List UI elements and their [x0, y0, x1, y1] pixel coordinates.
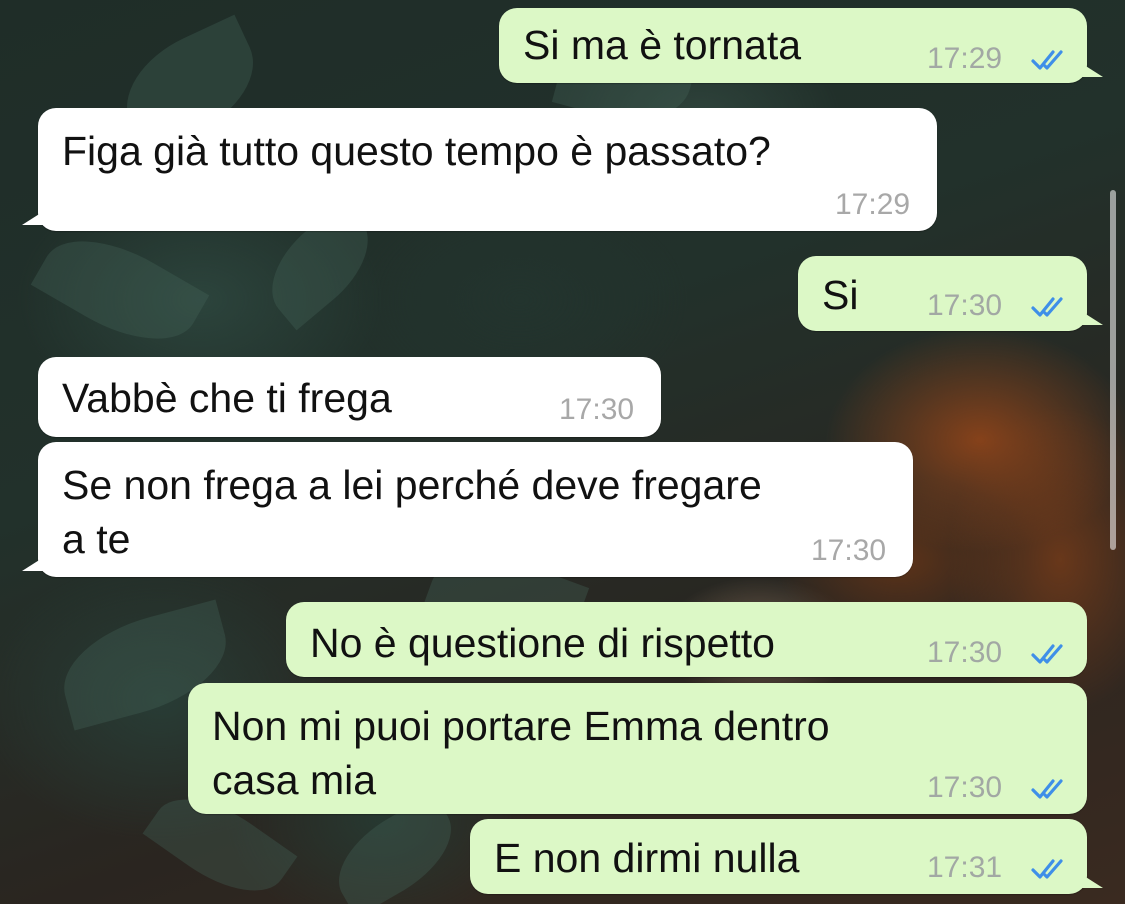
bubble-tail	[22, 211, 44, 225]
bubble-tail	[1081, 874, 1103, 888]
double-check-read-icon	[1031, 50, 1063, 70]
message-text: Si ma è tornata	[523, 22, 802, 68]
message-text-line: casa mia	[212, 757, 377, 803]
chat-thread[interactable]: Si ma è tornata 17:29 Figa già tutto que…	[0, 0, 1125, 904]
message-text: Vabbè che ti frega	[62, 375, 392, 421]
message-text-line: Non mi puoi portare Emma dentro	[212, 703, 830, 749]
message-time: 17:31	[927, 851, 1003, 884]
message-text-line: Se non frega a lei perché deve fregare	[62, 462, 762, 508]
message-outgoing[interactable]: Si 17:30	[798, 256, 1103, 331]
message-text: Si	[822, 272, 859, 318]
bubble-tail	[1081, 63, 1103, 77]
message-time: 17:30	[927, 289, 1003, 322]
message-time: 17:29	[927, 42, 1003, 75]
bubble-tail	[1081, 311, 1103, 325]
double-check-read-icon	[1031, 859, 1063, 879]
message-text-line: a te	[62, 516, 131, 562]
message-outgoing[interactable]: No è questione di rispetto 17:30	[286, 602, 1087, 677]
message-outgoing[interactable]: E non dirmi nulla 17:31	[470, 819, 1103, 894]
message-time: 17:30	[559, 393, 635, 426]
message-outgoing[interactable]: Non mi puoi portare Emma dentro casa mia…	[188, 683, 1087, 814]
message-outgoing[interactable]: Si ma è tornata 17:29	[499, 8, 1103, 83]
double-check-read-icon	[1031, 779, 1063, 799]
message-time: 17:30	[927, 636, 1003, 669]
message-time: 17:29	[835, 188, 911, 221]
message-incoming[interactable]: Vabbè che ti frega 17:30	[38, 357, 661, 437]
message-incoming[interactable]: Se non frega a lei perché deve fregare a…	[22, 442, 913, 577]
scrollbar[interactable]	[1110, 190, 1116, 550]
message-incoming[interactable]: Figa già tutto questo tempo è passato? 1…	[22, 108, 937, 231]
bubble-tail	[22, 557, 44, 571]
message-time: 17:30	[927, 771, 1003, 804]
message-text: No è questione di rispetto	[310, 620, 775, 666]
message-time: 17:30	[811, 534, 887, 567]
message-text: Figa già tutto questo tempo è passato?	[62, 128, 771, 174]
double-check-read-icon	[1031, 297, 1063, 317]
double-check-read-icon	[1031, 644, 1063, 664]
message-text: E non dirmi nulla	[494, 835, 800, 881]
